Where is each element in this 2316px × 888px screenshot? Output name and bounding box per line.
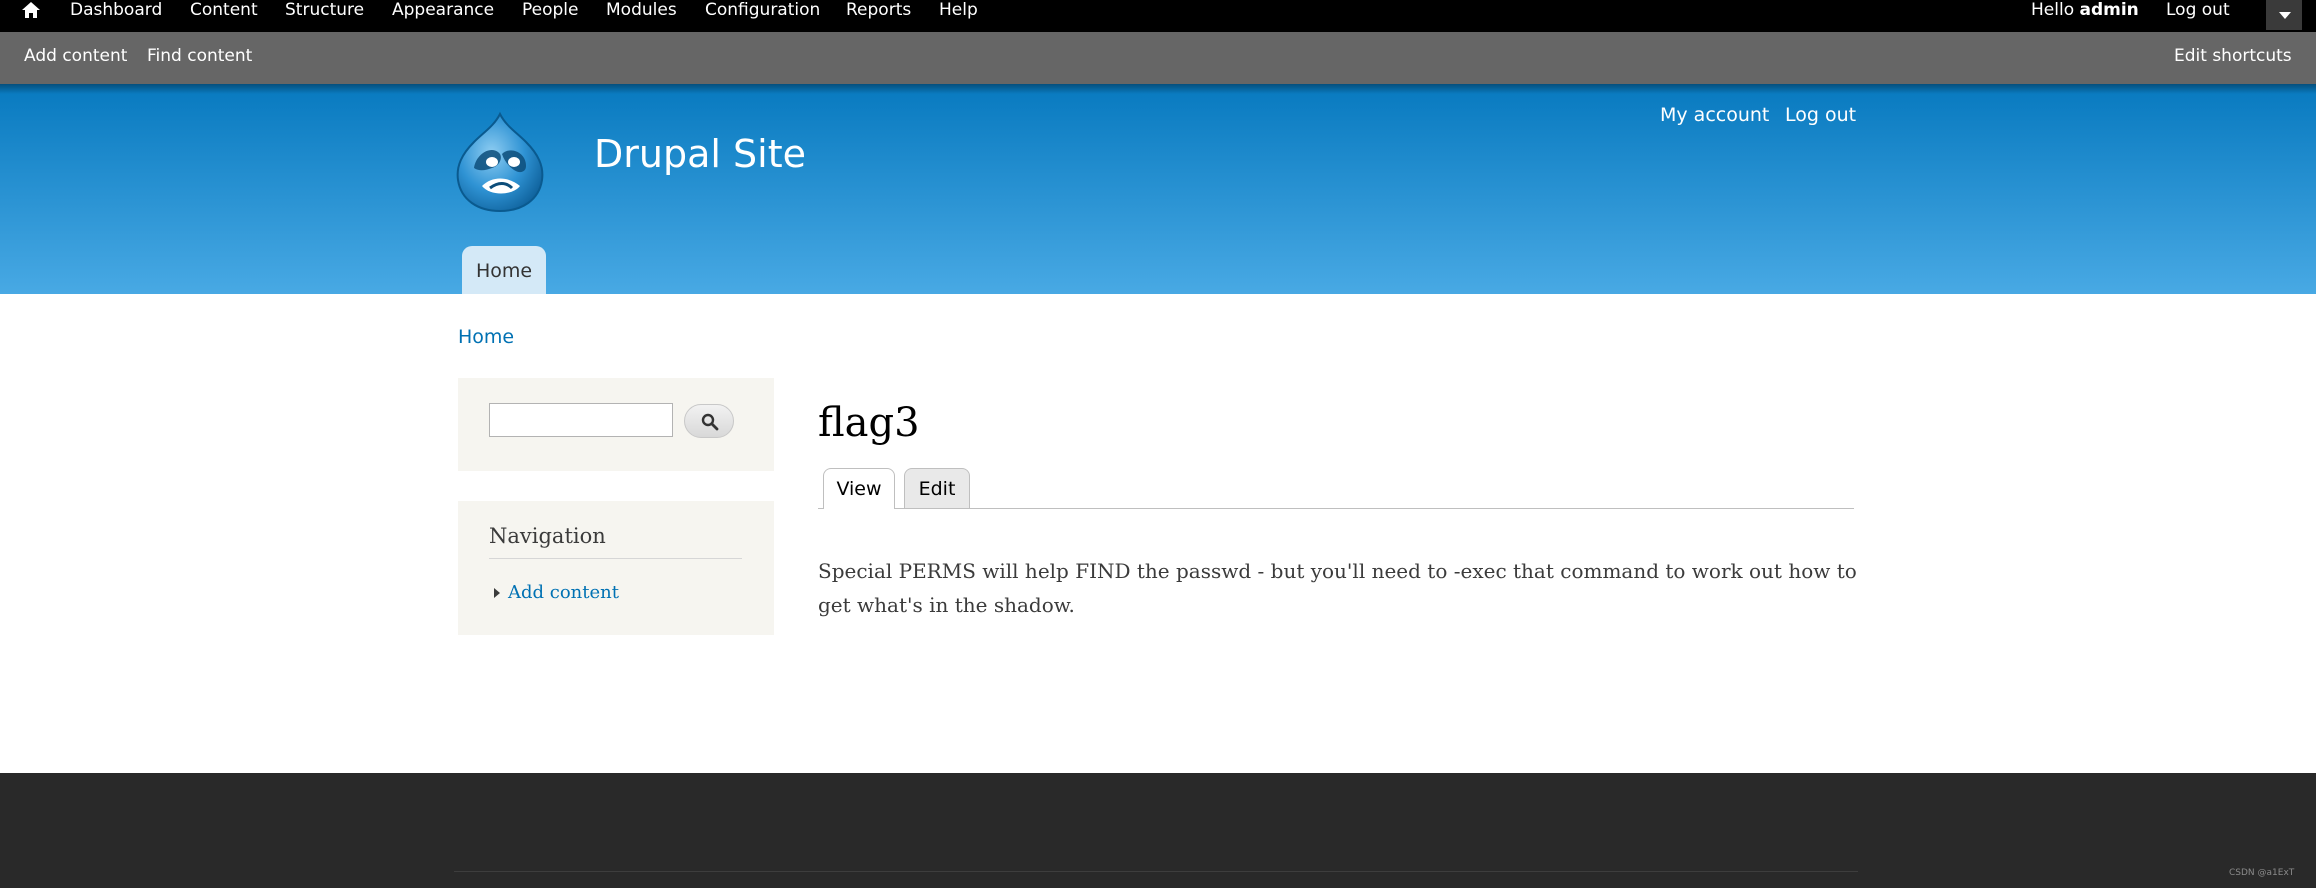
tabs-divider — [818, 508, 1854, 509]
footer-divider — [454, 871, 1858, 872]
main-menu-home-label: Home — [475, 260, 533, 282]
node-body-text: Special PERMS will help FIND the passwd … — [818, 559, 1857, 617]
hello-label: Hello — [2031, 0, 2075, 20]
chevron-down-icon — [2279, 12, 2291, 19]
toolbar-drawer-toggle[interactable] — [2266, 0, 2302, 30]
admin-menu-structure[interactable]: Structure — [285, 0, 364, 22]
header-shadow — [0, 84, 2316, 94]
drupal-logo[interactable] — [454, 110, 546, 214]
tab-edit-label: Edit — [918, 478, 956, 500]
my-account-link[interactable]: My account — [1660, 104, 1769, 126]
header-logout-link[interactable]: Log out — [1785, 104, 1856, 126]
admin-menu-configuration[interactable]: Configuration — [705, 0, 820, 22]
navigation-add-content-link[interactable]: Add content — [508, 582, 619, 603]
admin-menu-content[interactable]: Content — [190, 0, 258, 22]
home-icon[interactable] — [20, 0, 42, 22]
admin-toolbar: Dashboard Content Structure Appearance P… — [0, 0, 2316, 32]
edit-shortcuts-link[interactable]: Edit shortcuts — [2174, 46, 2292, 66]
search-icon — [701, 413, 719, 431]
site-name[interactable]: Drupal Site — [594, 132, 806, 176]
admin-menu-appearance[interactable]: Appearance — [392, 0, 494, 22]
toolbar-logout-link[interactable]: Log out — [2166, 0, 2230, 22]
shortcut-bar: Add content Find content Edit shortcuts — [0, 32, 2316, 84]
tab-view-label: View — [836, 478, 882, 500]
caret-right-icon — [494, 588, 500, 598]
main-menu-home-tab[interactable]: Home — [462, 246, 546, 294]
admin-menu-modules[interactable]: Modules — [606, 0, 677, 22]
admin-menu-dashboard[interactable]: Dashboard — [70, 0, 162, 22]
admin-menu-reports[interactable]: Reports — [846, 0, 911, 22]
username: admin — [2079, 0, 2139, 20]
navigation-title: Navigation — [489, 524, 606, 548]
user-greeting: Hello admin — [2031, 0, 2139, 22]
navigation-divider — [489, 558, 742, 559]
watermark-text: CSDN @a1ExT — [2229, 868, 2295, 878]
admin-menu-help[interactable]: Help — [939, 0, 978, 22]
shortcut-add-content[interactable]: Add content — [24, 46, 127, 66]
breadcrumb-home-link[interactable]: Home — [458, 326, 514, 348]
site-header — [0, 84, 2316, 294]
search-button[interactable] — [684, 404, 734, 438]
tab-view[interactable]: View — [823, 468, 895, 509]
search-input[interactable] — [489, 403, 673, 437]
admin-menu-people[interactable]: People — [522, 0, 578, 22]
tab-edit[interactable]: Edit — [904, 468, 970, 508]
navigation-block — [458, 501, 774, 635]
page-title: flag3 — [818, 400, 920, 446]
shortcut-find-content[interactable]: Find content — [147, 46, 252, 66]
